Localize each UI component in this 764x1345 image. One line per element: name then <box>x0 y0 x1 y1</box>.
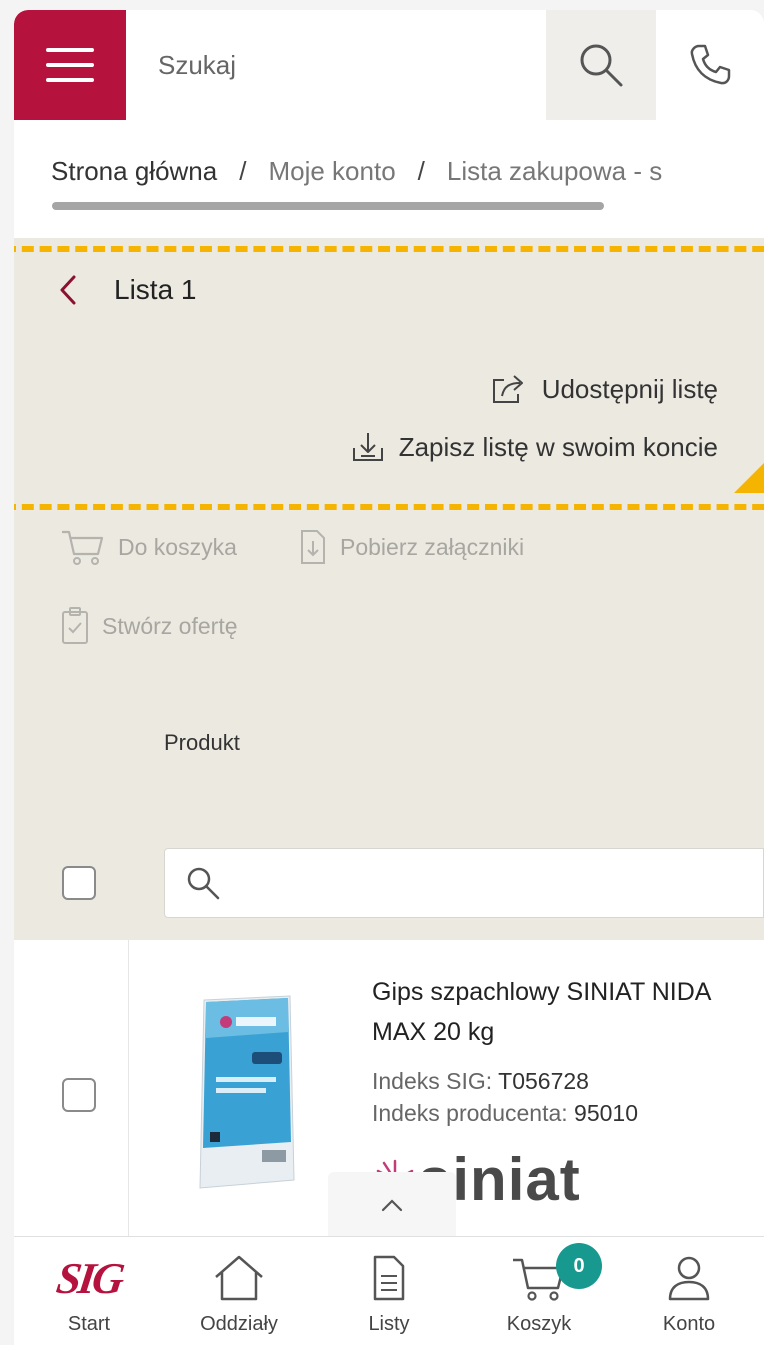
search-icon <box>187 867 220 900</box>
bottom-navigation: SIG Start Oddziały Listy 0 Koszyk Konto <box>14 1236 764 1345</box>
product-checkbox[interactable] <box>62 1078 96 1112</box>
breadcrumb-separator: / <box>417 156 425 186</box>
file-download-icon <box>301 530 325 564</box>
create-offer-label: Stwórz ofertę <box>102 612 238 639</box>
product-image[interactable] <box>192 992 302 1192</box>
breadcrumb-separator: / <box>239 156 247 186</box>
app-frame: Strona główna / Moje konto / Lista zakupowa … <box>14 10 764 1345</box>
phone-button[interactable] <box>656 10 764 120</box>
top-bar <box>14 10 764 120</box>
select-all-checkbox[interactable] <box>62 866 96 900</box>
highlight-corner-marker <box>734 463 764 493</box>
nav-cart[interactable]: 0 Koszyk <box>464 1237 614 1345</box>
product-column-header: Produkt <box>164 730 240 755</box>
list-panel: Lista 1 Udostępnij listę Zapisz listę w … <box>14 238 764 948</box>
save-list-label: Zapisz listę w swoim koncie <box>398 431 718 462</box>
row-divider <box>128 940 129 1240</box>
breadcrumb: Strona główna / Moje konto / Lista zakupowa … <box>14 120 764 238</box>
share-list-label: Udostępnij listę <box>541 373 718 404</box>
search-button[interactable] <box>546 10 656 120</box>
nav-start-label: Start <box>67 1313 111 1335</box>
user-icon <box>668 1256 710 1301</box>
product-name[interactable]: Gips szpachlowy SINIAT NIDA MAX 20 kg <box>372 972 764 1052</box>
cart-count-badge: 0 <box>556 1243 602 1289</box>
save-list-link[interactable]: Zapisz listę w swoim koncie <box>351 430 718 464</box>
cart-icon <box>62 530 104 565</box>
sig-index-label: Indeks SIG: <box>372 1068 493 1094</box>
download-attachments-action[interactable]: Pobierz załączniki <box>298 528 524 566</box>
hamburger-icon <box>46 48 94 82</box>
share-list-link[interactable]: Udostępnij listę <box>490 372 718 406</box>
document-list-icon <box>373 1255 405 1301</box>
download-attachments-label: Pobierz załączniki <box>340 533 525 560</box>
sig-index-value: T056728 <box>498 1068 589 1094</box>
list-title: Lista 1 <box>114 274 197 305</box>
nav-start[interactable]: SIG Start <box>14 1237 164 1345</box>
nav-lists-label: Listy <box>368 1313 410 1335</box>
sig-logo: SIG <box>53 1253 125 1303</box>
nav-account-label: Konto <box>662 1313 716 1335</box>
nav-lists[interactable]: Listy <box>314 1237 464 1345</box>
producer-index-value: 95010 <box>574 1100 638 1126</box>
nav-branches-label: Oddziały <box>200 1313 278 1335</box>
product-filter-field[interactable] <box>164 848 764 918</box>
breadcrumb-item-shopping-list: Lista zakupowa - s <box>446 156 663 186</box>
menu-button[interactable] <box>14 10 126 120</box>
breadcrumb-item-account[interactable]: Moje konto <box>268 156 395 186</box>
phone-icon <box>690 44 731 85</box>
nav-branches[interactable]: Oddziały <box>164 1237 314 1345</box>
clipboard-check-icon <box>62 607 88 644</box>
breadcrumb-scrollbar[interactable] <box>52 202 604 210</box>
breadcrumb-item-home[interactable]: Strona główna <box>51 156 217 186</box>
list-title-row: Lista 1 <box>58 274 197 306</box>
create-offer-action[interactable]: Stwórz ofertę <box>60 606 238 646</box>
nav-cart-label: Koszyk <box>506 1313 572 1335</box>
nav-account[interactable]: Konto <box>614 1237 764 1345</box>
search-field[interactable] <box>126 10 546 120</box>
share-icon <box>492 375 523 403</box>
scroll-up-button[interactable] <box>328 1172 456 1238</box>
chevron-left-icon[interactable] <box>58 274 78 306</box>
search-input[interactable] <box>158 49 546 81</box>
home-icon <box>215 1255 263 1301</box>
to-cart-label: Do koszyka <box>118 533 237 560</box>
search-icon <box>580 44 623 87</box>
product-indexes: Indeks SIG: T056728 Indeks producenta: 9… <box>372 1065 638 1129</box>
to-cart-action[interactable]: Do koszyka <box>60 528 237 566</box>
producer-index-label: Indeks producenta: <box>372 1100 568 1126</box>
chevron-up-icon <box>381 1199 403 1212</box>
download-icon <box>352 433 383 461</box>
